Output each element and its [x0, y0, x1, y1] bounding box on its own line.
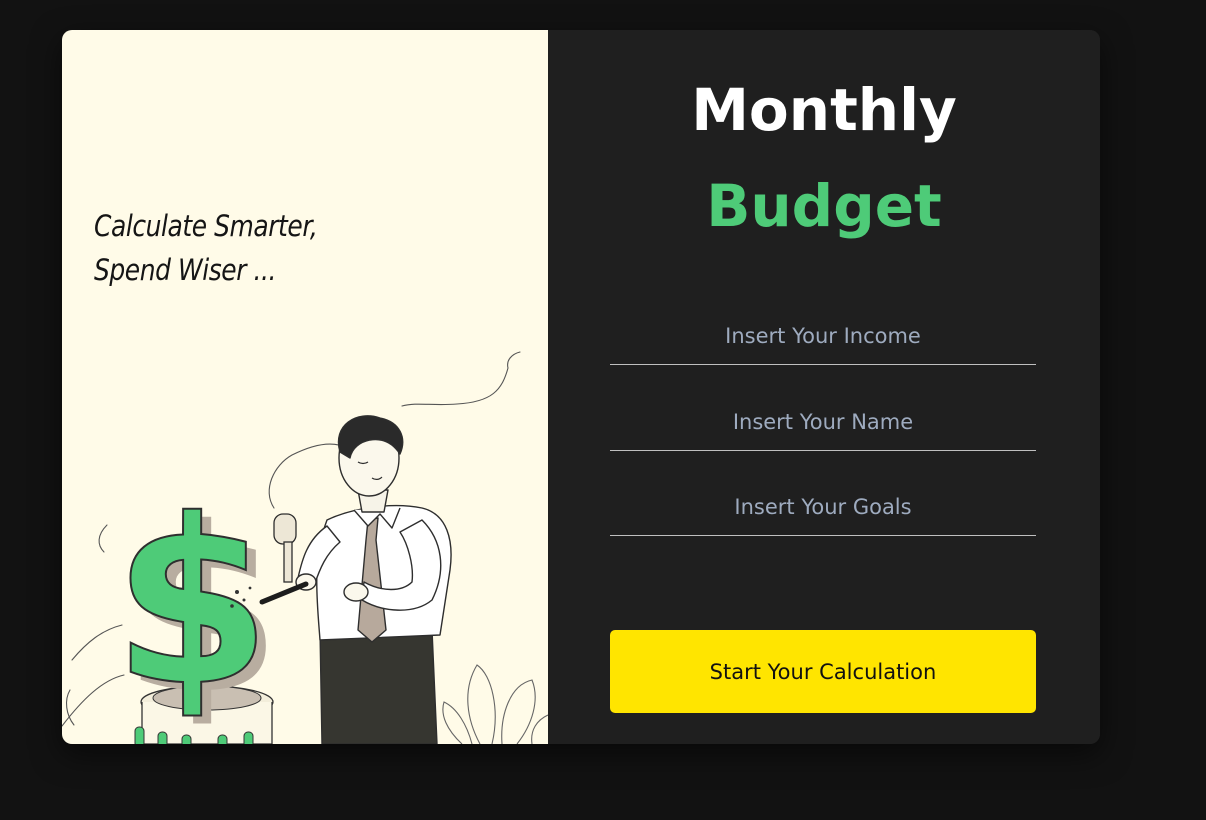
- goals-input[interactable]: [610, 479, 1036, 536]
- title-monthly: Monthly: [691, 76, 957, 144]
- svg-text:$: $: [113, 470, 272, 736]
- tagline-line-1: Calculate Smarter,: [94, 209, 318, 243]
- name-input[interactable]: [610, 394, 1036, 451]
- page-title: Monthly Budget: [548, 64, 1100, 252]
- budget-card: Calculate Smarter, Spend Wiser ... $ $ M…: [62, 30, 1100, 744]
- start-calculation-button[interactable]: Start Your Calculation: [610, 630, 1036, 713]
- hero-panel: Calculate Smarter, Spend Wiser ... $ $: [62, 30, 548, 744]
- tagline-line-2: Spend Wiser ...: [94, 253, 277, 287]
- form-panel: Monthly Budget Start Your Calculation: [548, 30, 1100, 744]
- title-budget: Budget: [706, 172, 942, 240]
- income-input[interactable]: [610, 308, 1036, 365]
- tagline: Calculate Smarter, Spend Wiser ...: [94, 204, 318, 292]
- man-sculpting-dollar-sign-icon: $ $: [62, 351, 548, 744]
